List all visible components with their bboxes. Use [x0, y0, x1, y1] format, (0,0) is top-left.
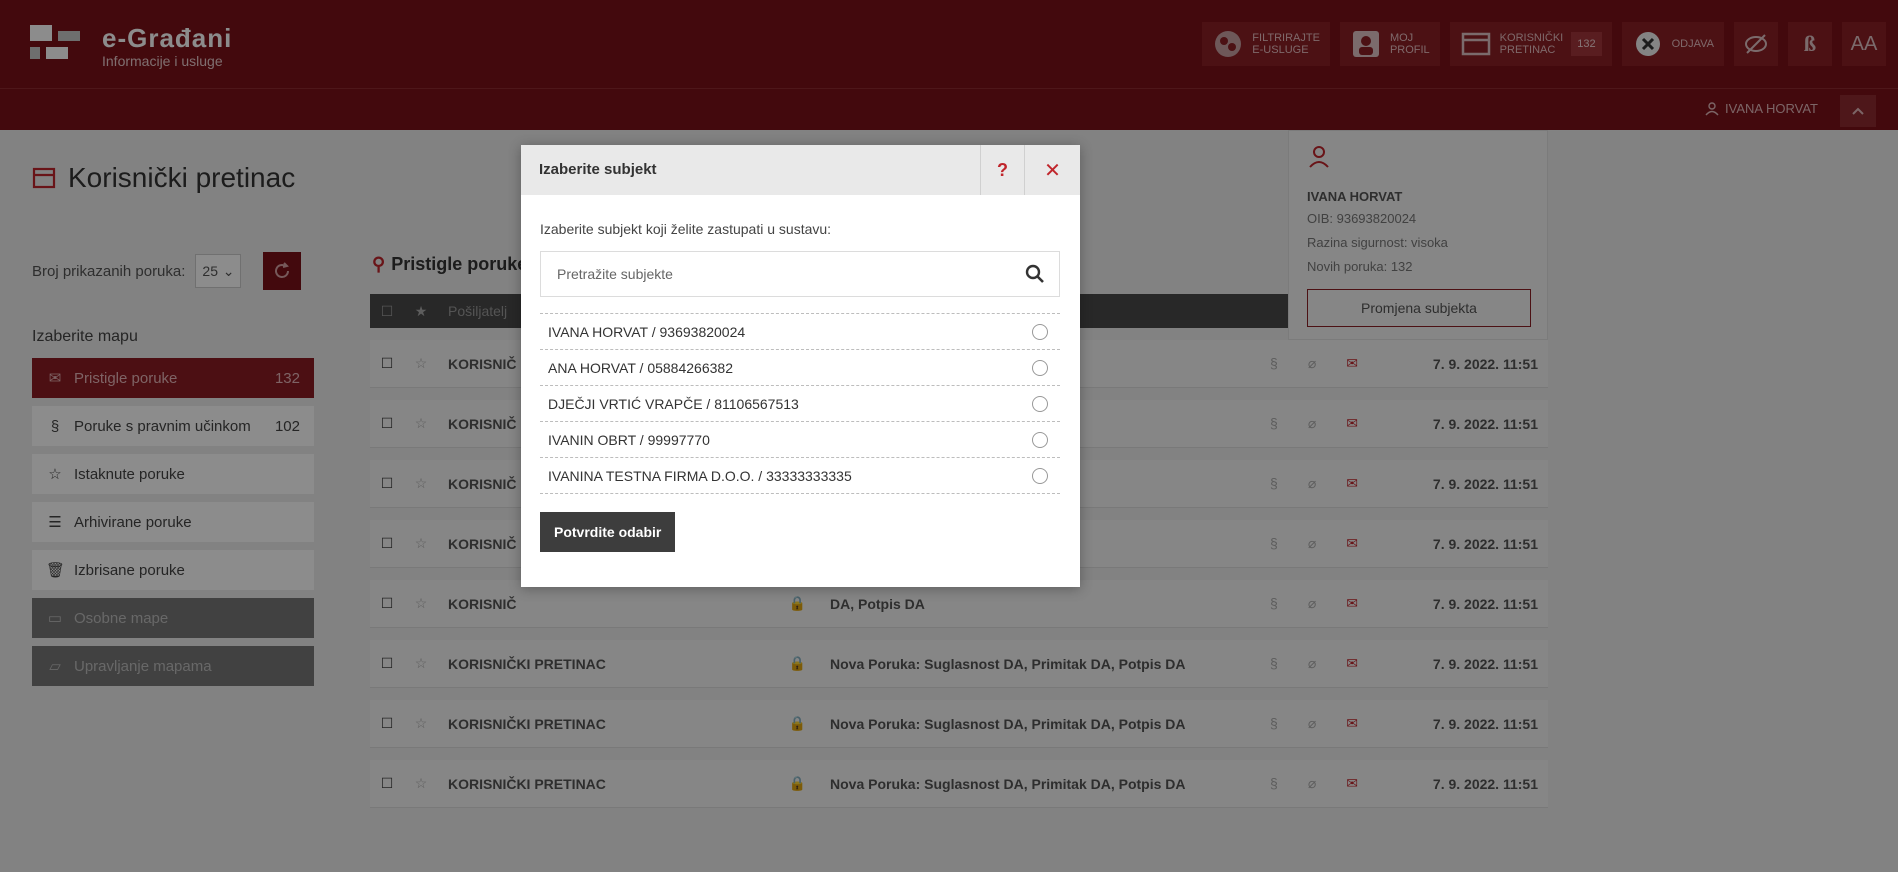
search-icon[interactable] — [1025, 264, 1045, 289]
choose-subject-dialog: Izaberite subjekt ? ✕ Izaberite subjekt … — [521, 145, 1080, 587]
help-icon: ? — [997, 159, 1008, 180]
subject-radio[interactable] — [1032, 396, 1048, 412]
subject-radio[interactable] — [1032, 324, 1048, 340]
close-button[interactable]: ✕ — [1024, 145, 1080, 195]
dialog-prompt: Izaberite subjekt koji želite zastupati … — [540, 221, 832, 237]
close-icon: ✕ — [1044, 159, 1061, 182]
subject-label: IVANA HORVAT / 93693820024 — [548, 323, 746, 340]
subject-radio[interactable] — [1032, 360, 1048, 376]
subject-option[interactable]: IVANIN OBRT / 99997770 — [540, 422, 1060, 458]
subject-label: ANA HORVAT / 05884266382 — [548, 359, 733, 376]
confirm-selection-button[interactable]: Potvrdite odabir — [540, 512, 676, 552]
subject-list: IVANA HORVAT / 93693820024 ANA HORVAT / … — [540, 313, 1060, 494]
subject-radio[interactable] — [1032, 432, 1048, 448]
subject-option[interactable]: IVANA HORVAT / 93693820024 — [540, 314, 1060, 350]
subject-option[interactable]: DJEČJI VRTIĆ VRAPČE / 81106567513 — [540, 386, 1060, 422]
dialog-header: Izaberite subjekt ? ✕ — [521, 145, 1080, 195]
subject-label: DJEČJI VRTIĆ VRAPČE / 81106567513 — [548, 395, 799, 412]
dialog-title: Izaberite subjekt — [539, 161, 657, 178]
subject-label: IVANIN OBRT / 99997770 — [548, 431, 710, 448]
subject-search — [540, 251, 1060, 297]
subject-label: IVANINA TESTNA FIRMA D.O.O. / 3333333333… — [548, 467, 852, 484]
subject-search-input[interactable] — [541, 254, 1011, 294]
help-button[interactable]: ? — [980, 145, 1024, 195]
subject-radio[interactable] — [1032, 468, 1048, 484]
subject-option[interactable]: IVANINA TESTNA FIRMA D.O.O. / 3333333333… — [540, 458, 1060, 494]
subject-option[interactable]: ANA HORVAT / 05884266382 — [540, 350, 1060, 386]
